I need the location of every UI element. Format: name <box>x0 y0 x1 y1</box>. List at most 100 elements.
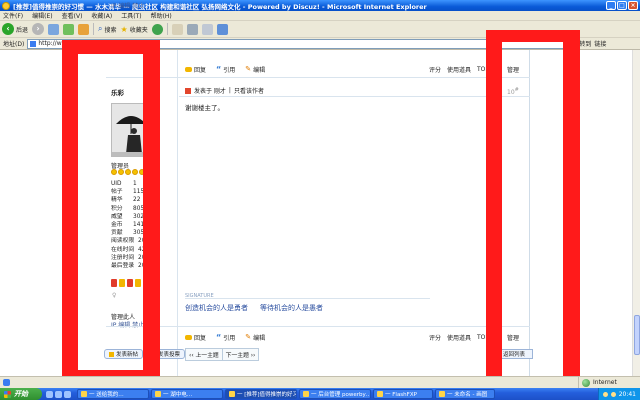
menu-favorites[interactable]: 收藏(A) <box>91 11 112 20</box>
only-author-link[interactable]: 只看该作者 <box>234 86 264 95</box>
scrollbar-thumb[interactable] <box>634 315 640 355</box>
print-icon[interactable] <box>186 23 198 35</box>
star-icon: ★ <box>120 24 128 34</box>
tray-icon[interactable] <box>610 391 616 397</box>
menu-help[interactable]: 帮助(H) <box>151 11 172 20</box>
manage-label: 管理 <box>506 66 519 74</box>
prev-post-ip-links[interactable]: IP 编辑 禁止 <box>111 1 144 10</box>
ie-logo-icon <box>2 1 10 10</box>
menu-tools[interactable]: 工具(T) <box>121 11 141 20</box>
task-button[interactable]: 一 湖中电… <box>151 389 223 399</box>
meta-separator: | <box>228 87 231 94</box>
new-thread-label: 发表新帖 <box>116 352 139 358</box>
reply-link[interactable]: 回复 <box>185 65 206 74</box>
reply-icon <box>185 66 192 72</box>
messenger-icon[interactable] <box>216 23 228 35</box>
menu-file[interactable]: 文件(F) <box>3 11 23 20</box>
edit-page-icon[interactable] <box>201 23 213 35</box>
close-button[interactable]: × <box>628 1 638 10</box>
post-divider <box>106 326 530 327</box>
next-thread-link[interactable]: 下一主题 ›› <box>221 349 259 360</box>
reply-label: 回复 <box>194 334 207 342</box>
favorites-label: 收藏夹 <box>129 26 148 34</box>
edit-link[interactable]: ✎ 编辑 <box>245 65 265 74</box>
flashfxp-icon <box>377 391 383 397</box>
vertical-scrollbar[interactable] <box>632 50 640 376</box>
signature-line-1: 创造机会的人是勇者 <box>185 304 248 312</box>
new-poll-label: 发表投票 <box>158 352 181 358</box>
pencil-icon: ✎ <box>245 65 252 73</box>
post-tools: 评分 使用道具 TOP 管理 <box>429 65 519 74</box>
rate-link[interactable]: 评分 <box>429 333 441 342</box>
task-button[interactable]: 一 FlashFXP <box>373 389 433 399</box>
back-button[interactable]: ‹ 后退 <box>2 23 28 35</box>
medal-icon <box>119 279 125 287</box>
search-icon: ⌕ <box>98 24 103 33</box>
status-left <box>0 379 578 386</box>
quick-launch <box>46 390 71 398</box>
post-tools: 评分 使用道具 TOP 管理 <box>429 333 519 342</box>
task-list: 一 送给我的… 一 湖中电… 一 [推荐]值得推崇的好习惯 一 后台管理 pow… <box>77 389 598 399</box>
links-label[interactable]: 链接 <box>594 39 606 48</box>
quote-label: 引用 <box>223 334 236 342</box>
maximize-button[interactable]: □ <box>617 1 627 10</box>
forward-button[interactable]: › <box>32 23 45 35</box>
red-marker-stroke <box>143 40 160 384</box>
star-icon <box>118 169 124 175</box>
stop-icon[interactable] <box>48 23 60 35</box>
window-titlebar[interactable]: [推荐]值得推崇的好习惯 — 水木清华 — 爬虫社区 构建和谐社区 弘扬网络文化… <box>0 0 640 11</box>
quote-label: 引用 <box>223 66 236 74</box>
quote-link[interactable]: “引用 <box>216 333 235 342</box>
start-button[interactable]: 开始 <box>0 388 42 400</box>
meta-divider <box>179 96 530 97</box>
task-button[interactable]: 一 后台管理 powerby… <box>299 389 371 399</box>
window-title: [推荐]值得推崇的好习惯 — 水木清华 — 爬虫社区 构建和谐社区 弘扬网络文化… <box>13 2 427 11</box>
signature-divider <box>185 298 430 299</box>
location-icon: ♀ <box>112 292 117 299</box>
favorites-button[interactable]: ★ 收藏夹 <box>121 25 148 34</box>
signature: 创造机会的人是勇者 等待机会的人是愚者 <box>185 303 323 313</box>
paint-icon <box>439 391 445 397</box>
tray-icon[interactable] <box>602 391 608 397</box>
quicklaunch-icon[interactable] <box>64 390 71 398</box>
red-marker-stroke <box>563 30 580 400</box>
red-marker-stroke <box>62 40 78 384</box>
search-label: 搜索 <box>104 26 117 34</box>
search-button[interactable]: ⌕ 搜索 <box>98 24 117 34</box>
medal-icon <box>111 279 117 287</box>
ie-icon <box>81 391 87 397</box>
rate-link[interactable]: 评分 <box>429 65 441 74</box>
red-marker-stroke <box>486 30 502 400</box>
quote-link[interactable]: “引用 <box>216 65 235 74</box>
post-body: 谢谢楼主了。 <box>185 104 224 112</box>
menu-edit[interactable]: 编辑(E) <box>32 11 52 20</box>
author-name[interactable]: 乐彩 <box>111 87 124 97</box>
ie-icon <box>155 391 161 397</box>
taskbar: 开始 一 送给我的… 一 湖中电… 一 [推荐]值得推崇的好习惯 一 后台管理 … <box>0 388 640 400</box>
task-button-active[interactable]: 一 [推荐]值得推崇的好习惯 <box>225 389 297 399</box>
zone-label: Internet <box>593 379 617 386</box>
use-tools-link[interactable]: 使用道具 <box>447 333 471 342</box>
reply-label: 回复 <box>194 66 207 74</box>
post-divider <box>106 77 530 78</box>
new-thread-button[interactable]: 发表新帖 <box>104 349 144 359</box>
back-label: 后退 <box>16 26 29 34</box>
reply-link[interactable]: 回复 <box>185 333 206 342</box>
quicklaunch-icon[interactable] <box>46 390 53 398</box>
status-bar: Internet <box>0 376 640 388</box>
address-label: 地址(D) <box>3 41 25 48</box>
task-button[interactable]: 一 未命名 - 画图 <box>435 389 495 399</box>
quicklaunch-icon[interactable] <box>55 390 62 398</box>
use-tools-link[interactable]: 使用道具 <box>447 65 471 74</box>
go-label: 转到 <box>579 41 592 48</box>
prev-thread-link[interactable]: ‹‹ 上一主题 <box>186 349 222 360</box>
home-icon[interactable] <box>78 23 90 35</box>
mail-icon[interactable] <box>171 23 183 35</box>
refresh-icon[interactable] <box>63 23 75 35</box>
edit-link[interactable]: ✎ 编辑 <box>245 333 265 342</box>
menu-view[interactable]: 查看(V) <box>62 11 83 20</box>
minimize-button[interactable]: _ <box>606 1 616 10</box>
history-icon[interactable] <box>151 23 163 35</box>
task-button[interactable]: 一 送给我的… <box>77 389 149 399</box>
post-ip-links[interactable]: IP 编辑 禁止 <box>111 320 144 329</box>
